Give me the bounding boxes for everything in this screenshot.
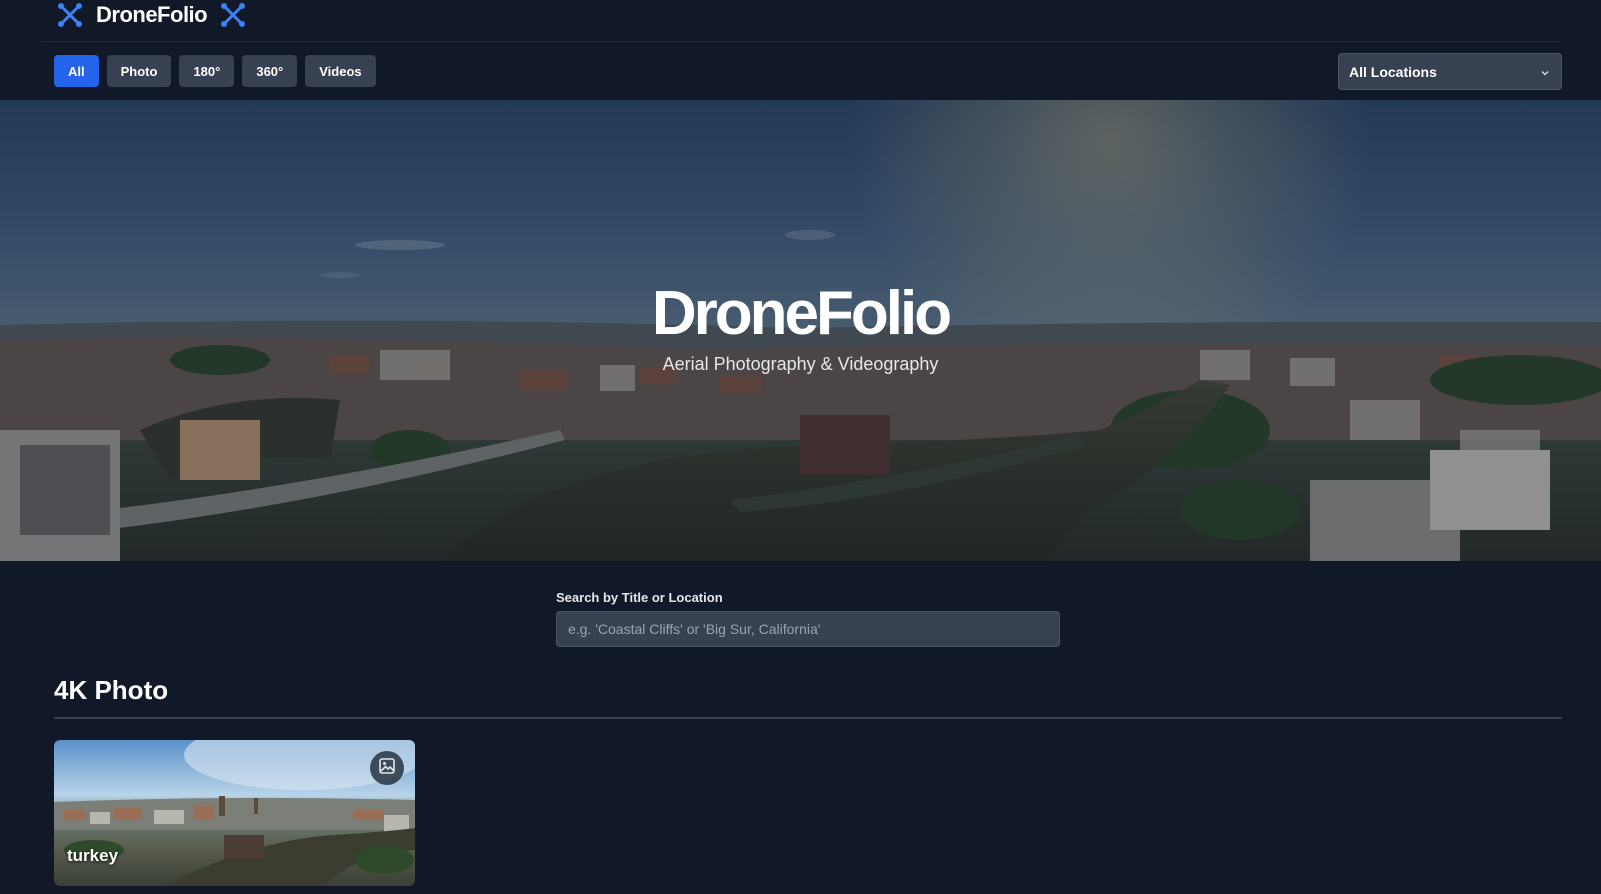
filter-photo-button[interactable]: Photo <box>106 55 172 87</box>
header-divider <box>41 41 1561 42</box>
image-icon <box>378 757 396 780</box>
location-select-value: All Locations <box>1349 63 1437 80</box>
top-bar: DroneFolio <box>0 0 1601 42</box>
chevron-down-icon <box>1539 66 1551 78</box>
search-input[interactable] <box>556 611 1060 647</box>
filter-videos-button[interactable]: Videos <box>305 55 376 87</box>
media-card[interactable]: turkey <box>54 740 415 886</box>
filter-bar: All Photo 180° 360° Videos <box>54 55 376 87</box>
drone-icon <box>219 1 247 29</box>
location-select[interactable]: All Locations <box>1338 53 1562 90</box>
drone-icon <box>56 1 84 29</box>
section-title: 4K Photo <box>54 675 169 705</box>
hero-subtitle: Aerial Photography & Videography <box>662 354 939 374</box>
brand-name: DroneFolio <box>96 2 208 27</box>
card-title: turkey <box>67 846 119 865</box>
filter-all-button[interactable]: All <box>54 55 99 87</box>
filter-180-button[interactable]: 180° <box>179 55 235 87</box>
filter-360-button[interactable]: 360° <box>242 55 298 87</box>
brand[interactable]: DroneFolio <box>56 0 247 30</box>
hero-banner: DroneFolio Aerial Photography & Videogra… <box>0 100 1601 561</box>
hero-title: DroneFolio <box>651 279 952 348</box>
section-divider <box>54 717 1562 719</box>
search-label: Search by Title or Location <box>556 590 723 605</box>
photo-type-badge <box>370 751 404 785</box>
